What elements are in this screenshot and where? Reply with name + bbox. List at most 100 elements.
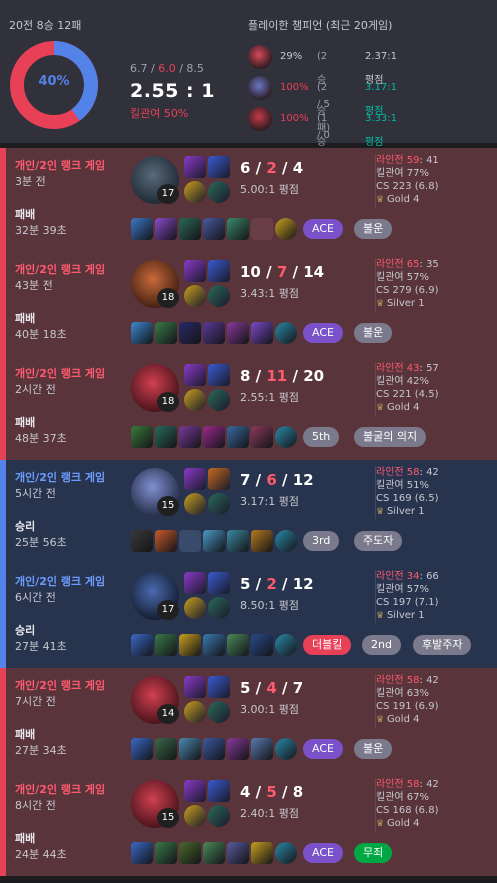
- match-stats: 라인전 58: 42 킬관여 51% CS 169 (6.5) ♛ Silver 1: [375, 466, 495, 519]
- item-slot-icon[interactable]: [251, 738, 273, 760]
- item-slot-icon[interactable]: [251, 530, 273, 552]
- average-tier: ♛ Gold 4: [376, 817, 495, 831]
- match-card[interactable]: 개인/2인 랭크 게임 5시간 전 승리 25분 56초 15 7 / 6 / 12 3.1…: [0, 460, 497, 564]
- item-slot-icon[interactable]: [179, 842, 201, 864]
- item-slot-icon[interactable]: [155, 530, 177, 552]
- tier-name: Gold 4: [386, 402, 420, 413]
- item-slot-icon[interactable]: [251, 426, 273, 448]
- item-slot-icon[interactable]: [227, 530, 249, 552]
- summoner-spell-flash-icon[interactable]: [184, 780, 206, 802]
- item-slot-icon[interactable]: [203, 634, 225, 656]
- rune-keystone-icon[interactable]: [184, 805, 206, 827]
- item-slot-icon[interactable]: [131, 842, 153, 864]
- rune-keystone-icon[interactable]: [184, 701, 206, 723]
- summoner-spell-flash-icon[interactable]: [184, 572, 206, 594]
- item-slot-icon[interactable]: [251, 322, 273, 344]
- item-slot-icon[interactable]: [203, 530, 225, 552]
- tier-name: Silver 1: [386, 610, 425, 621]
- item-slot-icon[interactable]: [131, 530, 153, 552]
- item-slot-icon[interactable]: [155, 322, 177, 344]
- kda-ratio: 2.40:1 평점: [240, 807, 299, 820]
- deaths: 5: [266, 783, 277, 801]
- item-slot-icon[interactable]: [131, 218, 153, 240]
- item-slot-icon[interactable]: [179, 530, 201, 552]
- rune-keystone-icon[interactable]: [184, 493, 206, 515]
- item-slot-icon[interactable]: [251, 634, 273, 656]
- trinket-ward-icon[interactable]: [275, 218, 297, 240]
- rune-secondary-icon[interactable]: [208, 389, 230, 411]
- summoner-spell-ignite-icon[interactable]: [208, 260, 230, 282]
- summoner-spell-flash-icon[interactable]: [184, 364, 206, 386]
- item-slot-icon[interactable]: [251, 218, 273, 240]
- trinket-ward-icon[interactable]: [275, 322, 297, 344]
- summoner-spell-ignite-icon[interactable]: [208, 468, 230, 490]
- item-slot-icon[interactable]: [203, 322, 225, 344]
- item-slot-icon[interactable]: [227, 738, 249, 760]
- match-card[interactable]: 개인/2인 랭크 게임 8시간 전 패배 24분 44초 15 4 / 5 / 8 2.40…: [0, 772, 497, 876]
- item-slot-icon[interactable]: [155, 218, 177, 240]
- rune-secondary-icon[interactable]: [208, 493, 230, 515]
- champion-portrait-icon: [248, 45, 272, 69]
- trinket-ward-icon[interactable]: [275, 634, 297, 656]
- item-slot-icon[interactable]: [131, 322, 153, 344]
- kda-ratio: 3.43:1 평점: [240, 287, 299, 300]
- lane-opponent-score: : 42: [419, 675, 439, 686]
- rune-secondary-icon[interactable]: [208, 285, 230, 307]
- item-slot-icon[interactable]: [179, 738, 201, 760]
- item-slot-icon[interactable]: [227, 218, 249, 240]
- item-slot-icon[interactable]: [203, 738, 225, 760]
- trinket-ward-icon[interactable]: [275, 738, 297, 760]
- item-slot-icon[interactable]: [155, 738, 177, 760]
- lane-phase: 라인전 34: 66: [376, 570, 495, 583]
- summoner-spell-ignite-icon[interactable]: [208, 572, 230, 594]
- rune-secondary-icon[interactable]: [208, 597, 230, 619]
- game-mode: 개인/2인 랭크 게임: [15, 783, 106, 796]
- summoner-spell-flash-icon[interactable]: [184, 156, 206, 178]
- item-slot-icon[interactable]: [203, 426, 225, 448]
- assists: 7: [292, 679, 304, 697]
- item-slot-icon[interactable]: [227, 842, 249, 864]
- trinket-ward-icon[interactable]: [275, 842, 297, 864]
- match-card[interactable]: 개인/2인 랭크 게임 6시간 전 승리 27분 41초 17 5 / 2 / 12 8.5…: [0, 564, 497, 668]
- item-slot-icon[interactable]: [131, 426, 153, 448]
- result-bar: [0, 356, 6, 460]
- summoner-spell-ignite-icon[interactable]: [208, 676, 230, 698]
- item-slot-icon[interactable]: [227, 322, 249, 344]
- summoner-spell-ignite-icon[interactable]: [208, 364, 230, 386]
- item-slot-icon[interactable]: [155, 634, 177, 656]
- assists: 14: [303, 263, 325, 281]
- game-duration: 25분 56초: [15, 536, 67, 549]
- rune-secondary-icon[interactable]: [208, 181, 230, 203]
- rune-secondary-icon[interactable]: [208, 701, 230, 723]
- match-card[interactable]: 개인/2인 랭크 게임 2시간 전 패배 48분 37초 18 8 / 11 / 20 2.…: [0, 356, 497, 460]
- kda-ratio: 5.00:1 평점: [240, 183, 299, 196]
- item-slot-icon[interactable]: [155, 842, 177, 864]
- item-slot-icon[interactable]: [227, 426, 249, 448]
- trinket-ward-icon[interactable]: [275, 426, 297, 448]
- trinket-ward-icon[interactable]: [275, 530, 297, 552]
- item-slot-icon[interactable]: [203, 218, 225, 240]
- rune-keystone-icon[interactable]: [184, 181, 206, 203]
- item-slot-icon[interactable]: [179, 322, 201, 344]
- rune-secondary-icon[interactable]: [208, 805, 230, 827]
- rune-keystone-icon[interactable]: [184, 389, 206, 411]
- summoner-spell-flash-icon[interactable]: [184, 468, 206, 490]
- summoner-spell-ignite-icon[interactable]: [208, 780, 230, 802]
- match-card[interactable]: 개인/2인 랭크 게임 3분 전 패배 32분 39초 17 6 / 2 / 4 5.00:…: [0, 148, 497, 252]
- rune-keystone-icon[interactable]: [184, 285, 206, 307]
- item-slot-icon[interactable]: [155, 426, 177, 448]
- summoner-spell-ignite-icon[interactable]: [208, 156, 230, 178]
- match-card[interactable]: 개인/2인 랭크 게임 43분 전 패배 40분 18초 18 10 / 7 / 14 3.…: [0, 252, 497, 356]
- item-slot-icon[interactable]: [203, 842, 225, 864]
- match-card[interactable]: 개인/2인 랭크 게임 7시간 전 패배 27분 34초 14 5 / 4 / 7 3.00…: [0, 668, 497, 772]
- rune-keystone-icon[interactable]: [184, 597, 206, 619]
- item-slot-icon[interactable]: [131, 634, 153, 656]
- item-slot-icon[interactable]: [179, 426, 201, 448]
- item-slot-icon[interactable]: [131, 738, 153, 760]
- summoner-spell-flash-icon[interactable]: [184, 260, 206, 282]
- item-slot-icon[interactable]: [179, 634, 201, 656]
- item-slot-icon[interactable]: [227, 634, 249, 656]
- item-slot-icon[interactable]: [179, 218, 201, 240]
- item-slot-icon[interactable]: [251, 842, 273, 864]
- summoner-spell-flash-icon[interactable]: [184, 676, 206, 698]
